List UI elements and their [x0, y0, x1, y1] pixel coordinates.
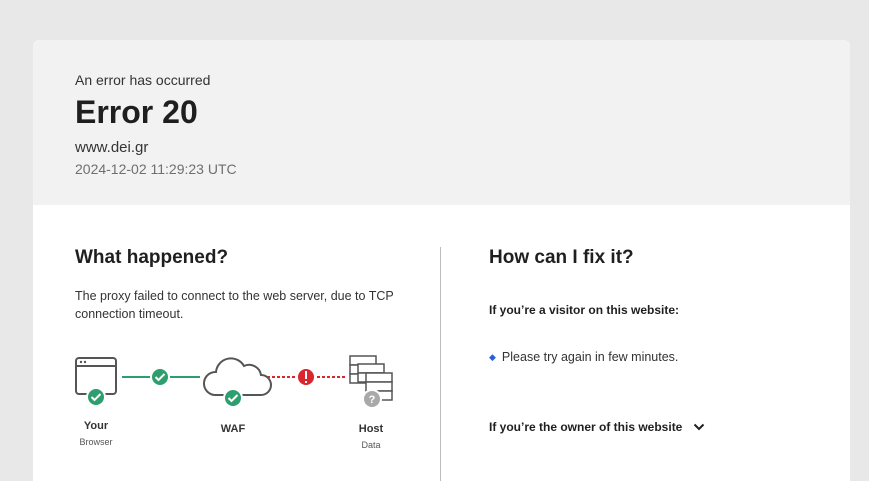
host-unknown-icon: ?	[362, 389, 382, 409]
how-to-fix-heading: How can I fix it?	[489, 247, 634, 268]
error-card: An error has occurred Error 20 www.dei.g…	[33, 40, 850, 481]
domain-text: www.dei.gr	[75, 139, 149, 156]
what-happened-section: What happened? The proxy failed to conne…	[75, 247, 395, 450]
svg-text:?: ?	[369, 394, 376, 406]
diamond-bullet-icon: ◆	[489, 351, 496, 362]
visitor-tip-text: Please try again in few minutes.	[501, 350, 679, 364]
connection-diagram: ? Your Browser WAF Host Data	[75, 355, 405, 465]
browser-ok-check-icon	[86, 387, 106, 407]
section-divider	[440, 247, 441, 481]
visitor-title: If you’re a visitor on this website:	[489, 303, 680, 317]
error-header: An error has occurred Error 20 www.dei.g…	[33, 40, 850, 205]
waf-ok-check-icon	[223, 388, 243, 408]
link-waf-host	[267, 367, 345, 387]
timestamp-text: 2024-12-02 11:29:23 UTC	[75, 161, 237, 177]
browser-sublabel: Browser	[79, 437, 113, 447]
link-browser-waf	[122, 367, 200, 387]
host-label: Host	[358, 423, 384, 435]
visitor-tip: ◆ Please try again in few minutes.	[489, 350, 789, 364]
error-body: What happened? The proxy failed to conne…	[33, 205, 850, 481]
what-happened-description: The proxy failed to connect to the web s…	[75, 289, 394, 321]
error-title: Error 20	[75, 94, 198, 130]
owner-section-toggle[interactable]: If you’re the owner of this website	[489, 420, 789, 434]
how-to-fix-section: How can I fix it? If you’re a visitor on…	[489, 247, 789, 434]
chevron-down-icon	[694, 423, 705, 431]
owner-title: If you’re the owner of this website	[489, 420, 683, 434]
browser-label: Your	[83, 420, 109, 432]
what-happened-heading: What happened?	[75, 247, 229, 268]
error-eyebrow: An error has occurred	[75, 72, 211, 88]
waf-label: WAF	[220, 423, 246, 435]
host-sublabel: Data	[361, 440, 381, 450]
